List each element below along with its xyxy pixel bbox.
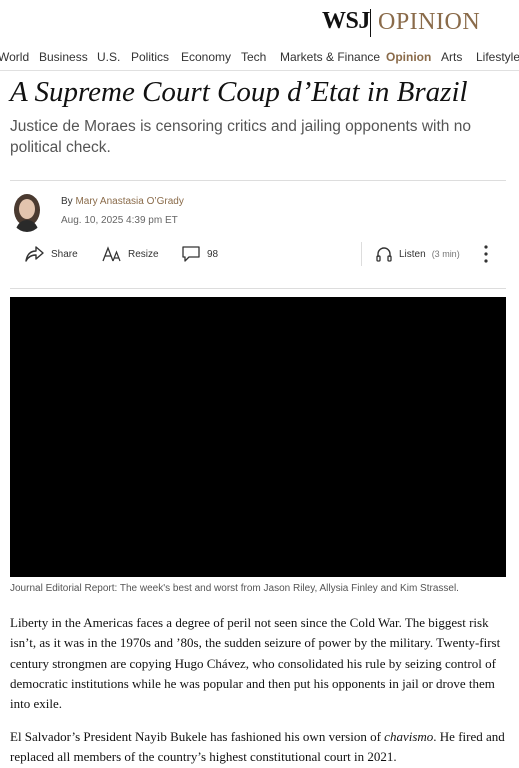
more-options-button[interactable] (480, 244, 492, 264)
resize-label: Resize (128, 248, 159, 260)
headphones-icon (375, 245, 393, 263)
nav-item-lifestyle[interactable]: Lifestyle (476, 50, 519, 64)
section-title[interactable]: OPINION (378, 9, 480, 36)
wsj-logo[interactable]: WSJ (322, 8, 370, 35)
resize-button[interactable]: Resize (102, 244, 159, 264)
listen-label: Listen (399, 248, 426, 260)
masthead: WSJ OPINION (0, 0, 519, 46)
divider (10, 288, 506, 289)
byline-prefix: By (61, 196, 73, 207)
dek: Justice de Moraes is censoring critics a… (10, 118, 471, 156)
nav-item-world[interactable]: World (0, 50, 29, 64)
nav-item-business[interactable]: Business (39, 50, 88, 64)
author-link[interactable]: Mary Anastasia O’Grady (75, 196, 183, 207)
body-paragraph: Liberty in the Americas faces a degree o… (10, 615, 501, 712)
listen-duration: (3 min) (431, 249, 460, 259)
comments-button[interactable]: 98 (181, 244, 218, 264)
section-nav: World Business U.S. Politics Economy Tec… (0, 46, 519, 71)
toolbar-divider (361, 242, 362, 266)
nav-item-tech[interactable]: Tech (241, 50, 266, 64)
body-paragraph: El Salvador’s President Nayib Bukele has… (10, 727, 507, 768)
text-resize-icon (102, 245, 122, 263)
headline: A Supreme Court Coup d’Etat in Brazil (10, 76, 468, 108)
share-icon (25, 245, 45, 263)
listen-button[interactable]: Listen (3 min) (375, 244, 460, 264)
nav-item-opinion[interactable]: Opinion (386, 50, 431, 64)
share-label: Share (51, 248, 78, 260)
more-vertical-icon (480, 244, 492, 264)
publish-date: Aug. 10, 2025 4:39 pm ET (61, 215, 178, 226)
masthead-divider (370, 9, 371, 37)
emphasis-text: chavismo (384, 729, 434, 744)
nav-item-arts[interactable]: Arts (441, 50, 462, 64)
nav-item-politics[interactable]: Politics (131, 50, 169, 64)
comment-icon (181, 245, 201, 263)
paragraph-text: El Salvador’s President Nayib Bukele has… (10, 729, 385, 744)
video-caption: Journal Editorial Report: The week's bes… (10, 583, 459, 594)
nav-item-us[interactable]: U.S. (97, 50, 120, 64)
share-button[interactable]: Share (25, 244, 78, 264)
byline: By Mary Anastasia O’Grady (61, 196, 184, 207)
nav-item-economy[interactable]: Economy (181, 50, 231, 64)
comments-count: 98 (207, 248, 219, 260)
video-player[interactable] (10, 297, 506, 577)
author-avatar[interactable] (10, 192, 44, 232)
nav-item-markets[interactable]: Markets & Finance (280, 50, 380, 64)
divider (10, 180, 506, 181)
